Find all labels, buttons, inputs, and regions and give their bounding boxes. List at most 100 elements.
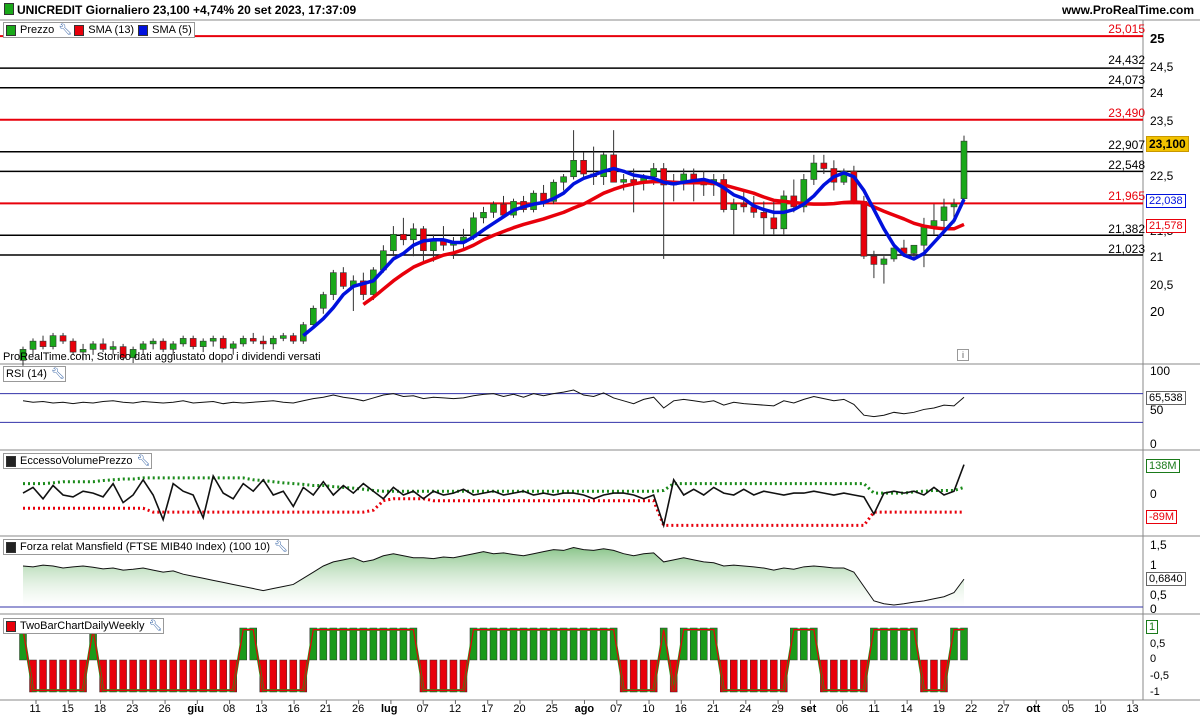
twobar-bar (509, 627, 518, 661)
evp-legend[interactable]: EccessoVolumePrezzo 🔧︎ (3, 453, 152, 469)
mansfield-legend[interactable]: Forza relat Mansfield (FTSE MIB40 Index)… (3, 539, 290, 555)
twobar-bar (750, 659, 758, 693)
candle (820, 162, 828, 169)
candle (400, 233, 407, 241)
twobar-bar (830, 659, 838, 693)
twobar-label: TwoBarChartDailyWeekly (20, 620, 145, 632)
x-tick-label: 19 (932, 703, 946, 715)
evp-line (22, 464, 965, 529)
data-note: ProRealTime.com, Storico dati aggiustato… (3, 351, 321, 363)
twobar-bar (49, 659, 57, 693)
x-tick-label: ott (1026, 703, 1041, 715)
x-tick-label: 26 (352, 703, 365, 715)
twobar-bar (349, 627, 358, 661)
x-tick-label: 13 (255, 703, 268, 715)
twobar-bar (119, 659, 127, 693)
x-tick-label: 07 (416, 703, 429, 715)
rsi-label: RSI (14) (6, 368, 47, 380)
twobar-bar (800, 627, 808, 661)
candle (960, 140, 968, 199)
price-legend[interactable]: Prezzo 🔧︎ SMA (13) SMA (5) (3, 22, 195, 38)
candle (810, 162, 818, 180)
x-tick-label: 21 (706, 703, 720, 715)
evp-lower-line (23, 497, 964, 527)
evp-lower-tag: -89M (1146, 510, 1178, 524)
twobar-bar (569, 627, 578, 661)
twobar-bar (479, 627, 488, 661)
candle (330, 272, 337, 295)
prezzo-label: Prezzo (20, 24, 55, 36)
x-tick-label: 07 (610, 703, 623, 715)
mansfield-tick: 0,5 (1150, 588, 1167, 602)
y-tick: 25 (1150, 31, 1165, 46)
twobar-bar (519, 627, 528, 661)
wrench-icon[interactable]: 🔧︎ (137, 455, 151, 467)
twobar-bar (39, 659, 47, 693)
candle (149, 340, 157, 345)
twobar-bar (499, 627, 508, 661)
candle (650, 168, 657, 178)
site-url[interactable]: www.ProRealTime.com (1062, 3, 1194, 17)
twobar-bar (369, 627, 378, 661)
candle (29, 340, 37, 350)
y-tick: 23,5 (1150, 114, 1174, 128)
twobar-bar (770, 659, 778, 693)
mansfield-swatch (6, 541, 16, 553)
twobar-bar (159, 659, 167, 693)
evp-upper-tag: 138M (1146, 459, 1180, 473)
twobar-bar (429, 659, 438, 693)
mansfield-tick: 1 (1150, 558, 1157, 572)
candle (239, 338, 247, 345)
rsi-value-tag: 65,538 (1146, 391, 1186, 405)
sma5-tag: 22,038 (1146, 194, 1186, 208)
candle (199, 340, 207, 347)
x-tick-label: 11 (868, 703, 880, 715)
evp-tick: 0 (1150, 487, 1157, 501)
candle (320, 294, 327, 309)
level-label: 21,965 (1108, 189, 1145, 203)
x-tick-label: 10 (1094, 703, 1107, 715)
twobar-bar (880, 627, 888, 661)
twobar-bar (169, 659, 177, 693)
twobar-bar (539, 627, 548, 661)
twobar-bar (930, 659, 938, 693)
sma5-swatch (138, 24, 149, 36)
y-tick: 22,5 (1150, 169, 1174, 183)
x-tick-label: 23 (126, 703, 139, 715)
info-icon[interactable]: i (957, 349, 969, 361)
twobar-swatch (6, 620, 16, 632)
candle (860, 201, 868, 257)
candle (880, 258, 888, 265)
wrench-icon[interactable]: 🔧︎ (58, 24, 72, 36)
twobar-legend[interactable]: TwoBarChartDailyWeekly 🔧︎ (3, 618, 164, 634)
twobar-tick: -1 (1150, 686, 1160, 698)
level-label: 23,490 (1108, 106, 1145, 120)
prezzo-swatch (6, 24, 16, 36)
x-tick-label: 08 (222, 703, 236, 715)
x-tick-label: giu (187, 703, 204, 715)
sma5-label: SMA (5) (152, 24, 192, 36)
level-label: 22,907 (1108, 138, 1145, 152)
wrench-icon[interactable]: 🔧︎ (149, 620, 163, 632)
twobar-bar (489, 627, 498, 661)
wrench-icon[interactable]: 🔧︎ (274, 541, 288, 553)
level-label: 24,432 (1108, 53, 1145, 67)
x-tick-label: 13 (1126, 703, 1139, 715)
twobar-bar (439, 659, 448, 693)
x-tick-label: 27 (997, 703, 1010, 715)
twobar-tick: 0 (1150, 653, 1157, 665)
candle (289, 335, 297, 342)
twobar-bar (69, 659, 77, 693)
wrench-icon[interactable]: 🔧︎ (51, 368, 65, 380)
rsi-tick: 0 (1150, 437, 1157, 451)
candle (179, 338, 187, 345)
twobar-bar (59, 659, 67, 693)
x-tick-label: 18 (93, 703, 107, 715)
twobar-bar (730, 659, 738, 693)
twobar-bar (289, 659, 298, 693)
candle (310, 307, 317, 326)
rsi-legend[interactable]: RSI (14) 🔧︎ (3, 366, 66, 382)
twobar-bar (399, 627, 408, 661)
x-tick-label: 21 (319, 703, 333, 715)
twobar-bar (760, 659, 768, 693)
